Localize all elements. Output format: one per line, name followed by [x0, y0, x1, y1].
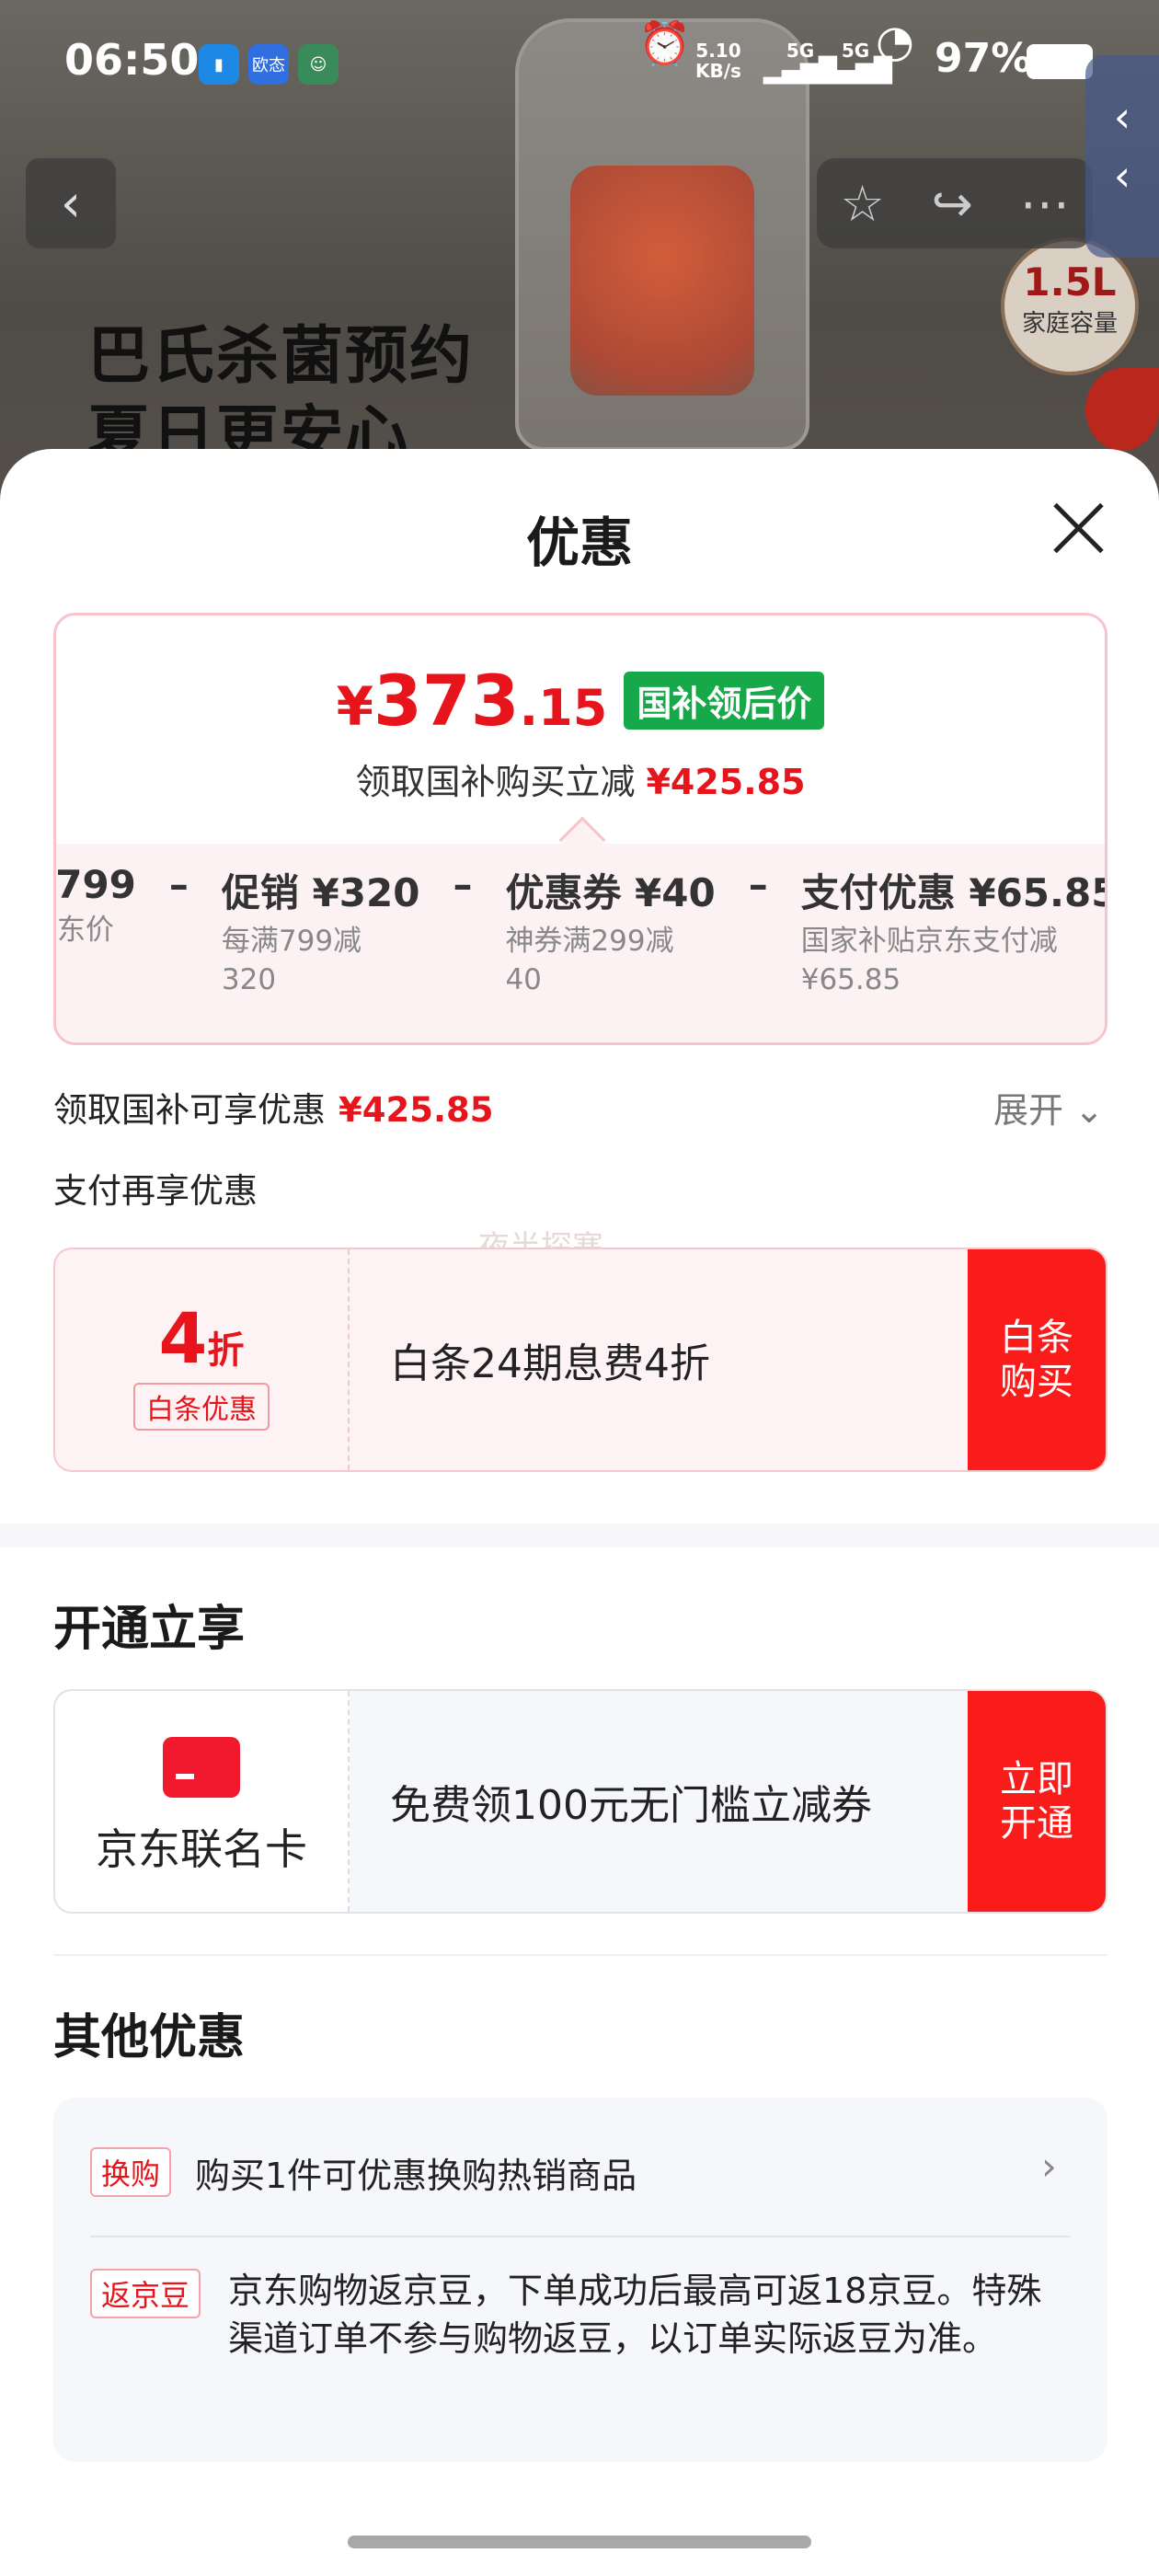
baitiao-offer-card[interactable]: 4折 白条优惠 白条24期息费4折 白条购买	[53, 1248, 1107, 1472]
other-offers-list: 换购 购买1件可优惠换购热销商品 › 返京豆 京东购物返京豆，下单成功后最高可返…	[53, 2098, 1107, 2462]
expand-label: 展开	[993, 1090, 1064, 1131]
offers-sheet: 优惠 ¥373.15 国补领后价 领取国补购买立减¥425.85 ¥799 京东…	[0, 449, 1159, 2576]
baitiao-label: 白条优惠	[133, 1383, 270, 1431]
chevron-left-icon: ‹	[60, 173, 82, 234]
list-divider	[90, 2236, 1071, 2237]
calc-value: 优惠券 ¥40	[505, 870, 716, 915]
price-card: ¥373.15 国补领后价 领取国补购买立减¥425.85 ¥799 京东价 –…	[53, 613, 1107, 1045]
calc-value: ¥799	[55, 862, 136, 907]
expand-button[interactable]: 展开 ⌄	[993, 1082, 1104, 1133]
section-divider	[0, 1524, 1159, 1547]
price-subtitle: 领取国补购买立减 ¥425.85	[56, 753, 1105, 804]
favorite-star-icon[interactable]: ☆	[840, 175, 884, 233]
more-icon[interactable]: ⋯	[1020, 175, 1070, 233]
close-icon[interactable]	[1049, 499, 1107, 558]
jingdou-text: 京东购物返京豆，下单成功后最高可返18京豆。特殊渠道订单不参与购物返豆，以订单实…	[228, 2271, 1042, 2359]
calc-desc: 每满799减	[221, 925, 362, 958]
subsidy-amount: ¥425.85	[339, 1090, 494, 1130]
alarm-icon: ⏰	[638, 18, 692, 68]
calc-value: 促销 ¥320	[221, 870, 420, 915]
price-decimal: .15	[519, 679, 608, 737]
chevron-left-icon: ‹	[1113, 92, 1131, 142]
subsidy-row: 领取国补可享优惠 ¥425.85	[53, 1082, 494, 1132]
app-icon-outai: 欧态	[248, 44, 289, 85]
calc-value: 支付优惠 ¥65.85	[800, 870, 1107, 915]
back-button[interactable]: ‹	[26, 158, 116, 248]
minus-operator: –	[453, 862, 473, 907]
price-currency: ¥	[336, 675, 373, 738]
clock: 06:50	[64, 35, 200, 85]
discount-unit: 折	[207, 1329, 245, 1372]
wifi-icon: ◔	[876, 16, 914, 67]
share-icon[interactable]: ↪	[932, 175, 973, 233]
cobrand-card-text: 免费领100元无门槛立减券	[390, 1782, 872, 1829]
baitiao-discount: 4折 白条优惠	[55, 1249, 350, 1470]
status-bar: 06:50 ▮ 欧态 ☺ 5.10 KB/s ⏰ 5G ▂▄▆█ 5G ▂▄▆█…	[0, 0, 1159, 129]
calc-item-promo: 促销 ¥320 每满799减 320	[222, 862, 420, 999]
price-tag: 国补领后价	[624, 672, 825, 730]
open-now-label: 立即开通	[1000, 1758, 1073, 1845]
calc-desc: ¥65.85	[800, 963, 901, 996]
calc-desc: 京东价	[56, 914, 114, 947]
juice-image	[570, 166, 754, 396]
baitiao-text: 白条24期息费4折	[390, 1340, 710, 1387]
discount-value: 4折	[55, 1297, 348, 1379]
credit-card-icon	[163, 1737, 240, 1798]
calc-desc: 320	[221, 963, 277, 996]
sheet-title: 优惠	[525, 512, 633, 574]
calc-desc: 神券满299减	[505, 925, 674, 958]
price-subtitle-text: 领取国补购买立减	[355, 762, 636, 802]
flame-icon	[1085, 368, 1159, 451]
price-subtitle-amount: ¥425.85	[646, 762, 806, 802]
capacity-value: 1.5L	[1023, 259, 1117, 305]
calc-item-payment: 支付优惠 ¥65.85 国家补贴京东支付减 ¥65.85	[800, 862, 1107, 999]
top-actions: ☆ ↪ ⋯	[817, 158, 1093, 248]
price-integer: 373	[373, 660, 520, 742]
discount-number: 4	[158, 1297, 208, 1379]
pay-section-title: 支付再享优惠	[53, 1171, 258, 1211]
app-icon-phone: ▮	[199, 44, 239, 85]
calc-desc: 40	[505, 963, 542, 996]
minus-operator: –	[748, 862, 768, 907]
headline-line-1: 巴氏杀菌预约	[87, 320, 475, 393]
other-section-title: 其他优惠	[53, 2010, 246, 2065]
price-calculation: ¥799 京东价 – 促销 ¥320 每满799减 320 – 优惠券 ¥40 …	[55, 862, 1107, 999]
cobrand-card-label: 京东联名卡	[96, 1824, 307, 1874]
notification-icons: ▮ 欧态 ☺	[199, 44, 339, 85]
app-icon-avatar: ☺	[298, 44, 339, 85]
chevron-down-icon: ⌄	[1074, 1090, 1104, 1131]
capacity-badge: 1.5L 家庭容量	[1001, 237, 1139, 375]
battery-percent: 97%	[935, 35, 1032, 82]
open-section-title: 开通立享	[53, 1602, 246, 1657]
home-indicator[interactable]	[348, 2536, 811, 2548]
tradein-tag: 换购	[90, 2147, 172, 2197]
section-divider	[53, 1954, 1107, 1956]
cobrand-card-info: 京东联名卡	[55, 1691, 350, 1912]
baitiao-buy-button[interactable]: 白条购买	[968, 1249, 1106, 1470]
open-now-button[interactable]: 立即开通	[968, 1691, 1106, 1912]
chevron-left-icon: ‹	[1113, 151, 1131, 201]
network-speed: 5.10 KB/s	[695, 40, 741, 81]
calc-desc: 国家补贴京东支付减	[800, 925, 1058, 958]
calc-item-jd-price: ¥799 京东价	[55, 862, 136, 949]
side-float-tab[interactable]: ‹ ‹	[1085, 55, 1159, 258]
final-price: ¥373.15 国补领后价	[56, 660, 1105, 742]
price-breakdown: ¥799 京东价 – 促销 ¥320 每满799减 320 – 优惠券 ¥40 …	[55, 844, 1107, 1042]
jingdou-tag: 返京豆	[90, 2269, 201, 2318]
subsidy-label: 领取国补可享优惠	[53, 1090, 326, 1130]
net-speed-value: 5.10	[695, 40, 741, 62]
tradein-text[interactable]: 购买1件可优惠换购热销商品	[195, 2147, 637, 2198]
baitiao-buy-label: 白条购买	[1000, 1317, 1073, 1403]
price-value: ¥373.15	[337, 660, 608, 742]
price-summary: ¥373.15 国补领后价 领取国补购买立减 ¥425.85	[56, 615, 1105, 844]
chevron-right-icon[interactable]: ›	[1041, 2144, 1057, 2189]
calc-item-coupon: 优惠券 ¥40 神券满299减 40	[505, 862, 715, 999]
net-speed-unit: KB/s	[695, 60, 741, 82]
battery-icon	[1027, 44, 1093, 79]
cobrand-card-offer[interactable]: 京东联名卡 免费领100元无门槛立减券 立即开通	[53, 1689, 1107, 1914]
capacity-label: 家庭容量	[1021, 310, 1118, 338]
minus-operator: –	[168, 862, 189, 907]
